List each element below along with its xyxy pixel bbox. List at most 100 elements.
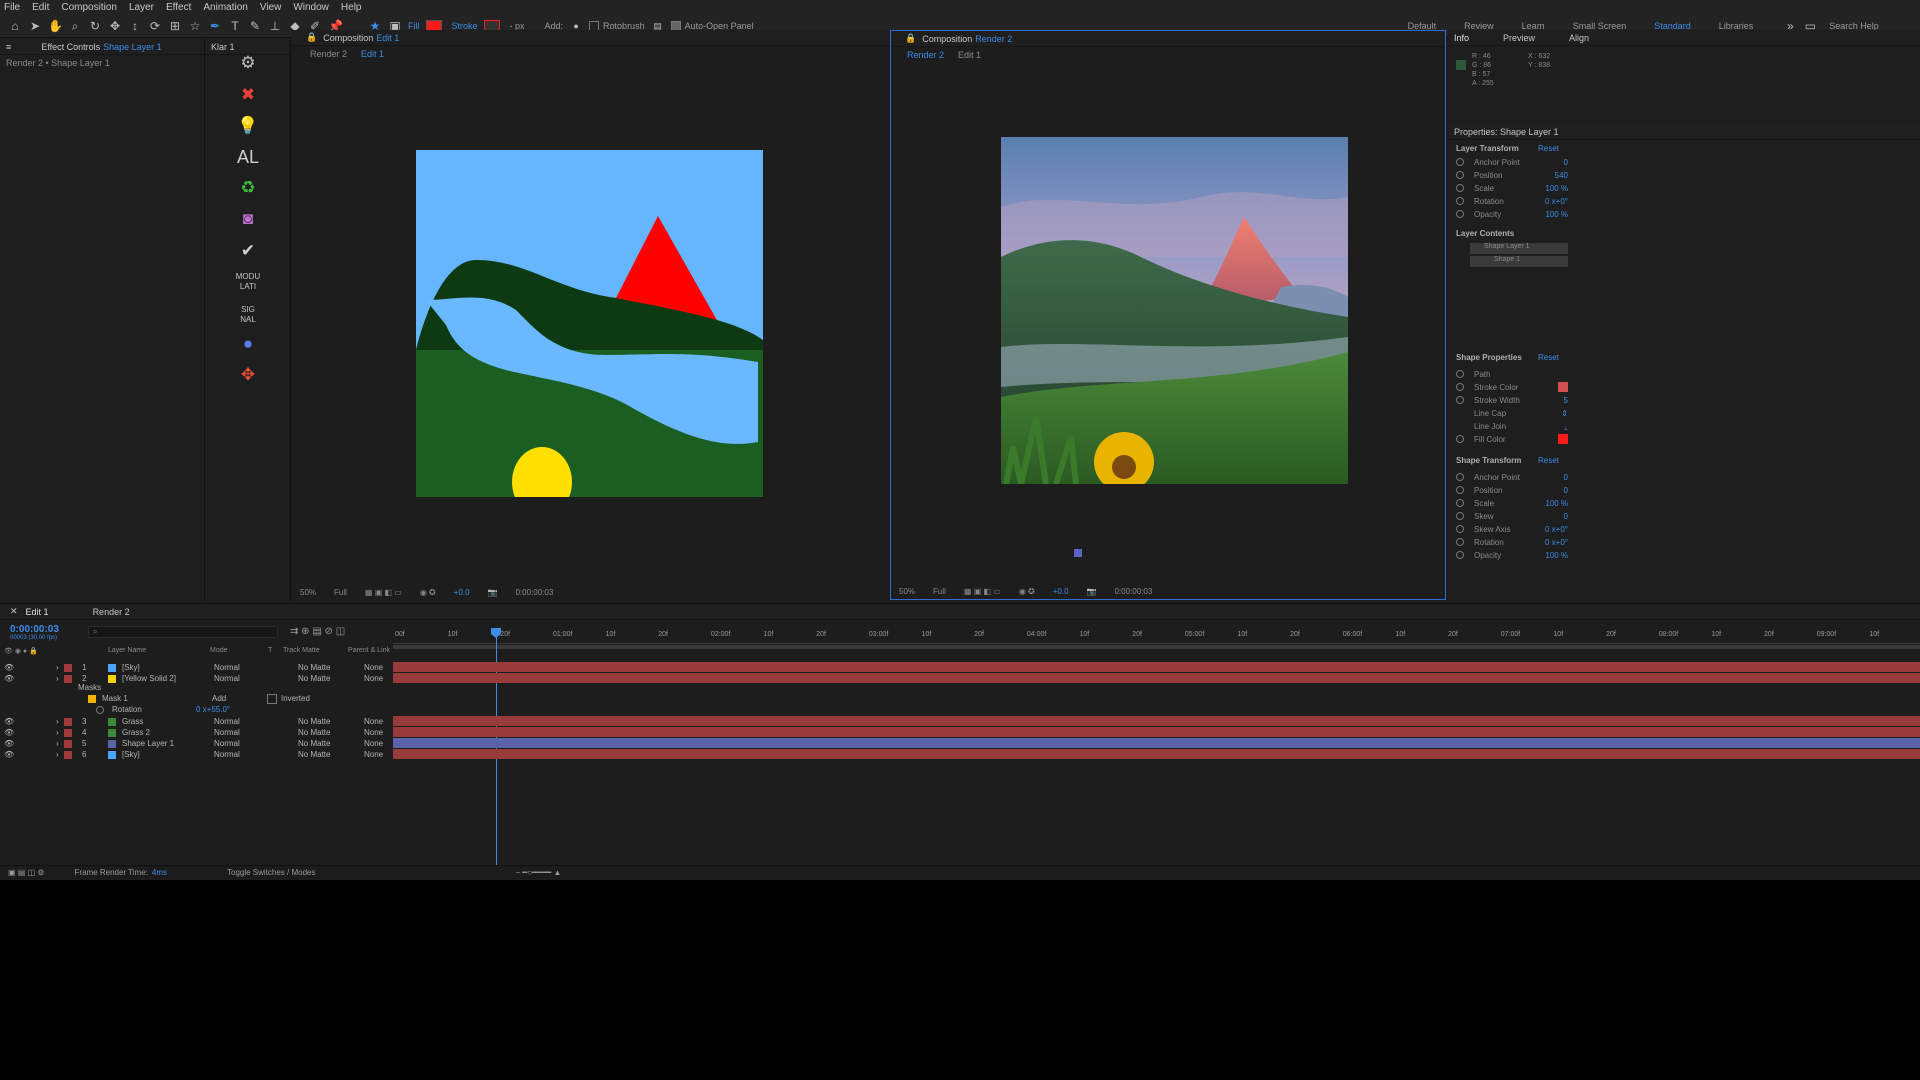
stopwatch-icon[interactable]	[1456, 158, 1464, 166]
stopwatch-icon[interactable]	[1456, 396, 1464, 404]
layer-name[interactable]: Shape Layer 1	[122, 739, 174, 748]
home-icon[interactable]: ⌂	[8, 19, 22, 33]
layer-duration-bar[interactable]	[393, 738, 1920, 748]
comp1-quality[interactable]: Full	[334, 588, 347, 597]
snapshot-icon[interactable]: 📷	[488, 588, 498, 597]
prop-shape-position[interactable]: Position 0	[1456, 484, 1568, 496]
pen-tool-icon[interactable]: ✒	[208, 19, 222, 33]
stopwatch-icon[interactable]	[1456, 538, 1464, 546]
shape-properties-reset[interactable]: Reset	[1538, 353, 1912, 362]
zoom-slider[interactable]: − ━○━━━━ ▲	[516, 868, 562, 877]
chevron-right-icon[interactable]: ›	[56, 728, 59, 737]
effect-controls-tab[interactable]: Effect Controls	[41, 42, 100, 52]
prop-anchor-point[interactable]: Anchor Point 0	[1456, 156, 1568, 168]
layer-transform-reset[interactable]: Reset	[1538, 144, 1912, 153]
stopwatch-icon[interactable]	[1456, 473, 1464, 481]
col-layer-name[interactable]: Layer Name	[108, 647, 146, 654]
anchor-marker[interactable]	[1074, 549, 1082, 557]
label-color-icon[interactable]	[64, 728, 72, 737]
recycle-icon[interactable]: ♻	[205, 178, 291, 198]
stopwatch-icon[interactable]	[1456, 499, 1464, 507]
signal-button[interactable]: SIG NAL	[205, 305, 291, 325]
prop-scale[interactable]: Scale 100 %	[1456, 182, 1568, 194]
rotobrush-checkbox[interactable]	[589, 20, 600, 31]
table-row[interactable]: 👁 › 5 Shape Layer 1 Normal No Matte	[0, 738, 390, 749]
timeline-tool-icons[interactable]: ⇉ ⊕ ▤ ⊘ ◫	[290, 626, 345, 637]
stroke-width-value[interactable]: - px	[510, 21, 525, 31]
workspace-small-screen[interactable]: Small Screen	[1573, 21, 1627, 31]
line-cap-icon[interactable]: ⇕	[1561, 409, 1568, 418]
al-button[interactable]: AL	[205, 147, 291, 167]
prop-line-cap[interactable]: Line Cap ⇕	[1456, 407, 1568, 419]
check-icon[interactable]: ✔	[205, 241, 291, 261]
menu-effect[interactable]: Effect	[166, 2, 191, 13]
prop-stroke-color[interactable]: Stroke Color	[1456, 381, 1568, 393]
contents-shape-layer[interactable]: Shape Layer 1	[1470, 243, 1568, 254]
stopwatch-icon[interactable]	[1456, 525, 1464, 533]
prop-line-join[interactable]: Line Join ⌞	[1456, 420, 1568, 432]
prop-value[interactable]: 0	[1564, 512, 1568, 521]
camera-icon[interactable]: ◙	[205, 209, 291, 229]
stopwatch-icon[interactable]	[1456, 370, 1464, 378]
rotation-tool-icon[interactable]: ⟳	[148, 19, 162, 33]
anchor-tool-icon[interactable]: ⊞	[168, 19, 182, 33]
prop-shape-anchor[interactable]: Anchor Point 0	[1456, 471, 1568, 483]
comp1-exposure[interactable]: +0.0	[454, 588, 470, 597]
prop-rotation[interactable]: Rotation 0 x+0°	[1456, 195, 1568, 207]
prop-value[interactable]: 100 %	[1545, 210, 1568, 219]
lock-icon[interactable]: 🔒	[905, 33, 916, 44]
menu-window[interactable]: Window	[293, 2, 329, 13]
eye-icon[interactable]: 👁	[4, 728, 14, 737]
prop-shape-rotation[interactable]: Rotation 0 x+0°	[1456, 536, 1568, 548]
mask-1-label[interactable]: Mask 1	[102, 694, 212, 703]
search-help[interactable]: Search Help	[1829, 21, 1879, 31]
stopwatch-icon[interactable]	[1456, 486, 1464, 494]
menu-file[interactable]: File	[4, 2, 20, 13]
layer-mode[interactable]: Normal	[214, 663, 240, 672]
comp2-exposure[interactable]: +0.0	[1053, 587, 1069, 596]
label-color-icon[interactable]	[64, 663, 72, 672]
add-label[interactable]: Add:	[545, 21, 564, 31]
fill-color-swatch[interactable]	[1558, 434, 1568, 444]
layer-track-matte[interactable]: No Matte	[298, 728, 330, 737]
menu-edit[interactable]: Edit	[32, 2, 49, 13]
gear-icon[interactable]: ⚙	[205, 53, 291, 73]
prop-value[interactable]: 0	[1564, 158, 1568, 167]
layer-parent[interactable]: None	[364, 749, 394, 760]
modulation-button[interactable]: MODU LATI	[205, 272, 291, 292]
mask-mode[interactable]: Add	[212, 694, 267, 703]
comp1-time[interactable]: 0:00:00:03	[515, 588, 553, 597]
render-canvas[interactable]	[1001, 137, 1348, 484]
stroke-label[interactable]: Stroke	[452, 21, 478, 31]
line-join-icon[interactable]: ⌞	[1564, 422, 1568, 431]
prop-value[interactable]: 540	[1555, 171, 1568, 180]
snapshot-icon[interactable]: 📷	[1087, 587, 1097, 596]
layer-track-matte[interactable]: No Matte	[298, 663, 330, 672]
contents-shape-1[interactable]: Shape 1	[1470, 256, 1568, 267]
properties-header[interactable]: Properties: Shape Layer 1	[1448, 124, 1920, 140]
menu-animation[interactable]: Animation	[203, 2, 247, 13]
panel-menu-icon[interactable]: ≡	[6, 42, 11, 52]
crumb-render-2[interactable]: Render 2	[907, 50, 944, 60]
prop-value[interactable]: 100 %	[1545, 499, 1568, 508]
label-color-icon[interactable]	[64, 739, 72, 748]
prop-stroke-width[interactable]: Stroke Width 5	[1456, 394, 1568, 406]
lock-icon[interactable]: 🔒	[306, 32, 317, 43]
fill-label[interactable]: Fill	[408, 21, 420, 31]
prop-value[interactable]: 0 x+0°	[1545, 197, 1568, 206]
tab-align[interactable]: Align	[1569, 33, 1589, 43]
mask-inverted-checkbox[interactable]	[267, 693, 277, 704]
color-picker-icon[interactable]: ◉ ✪	[1019, 587, 1035, 596]
layer-name[interactable]: Grass 2	[122, 728, 150, 737]
shape-transform-reset[interactable]: Reset	[1538, 456, 1912, 465]
table-row[interactable]: 👁 › 1 [Sky] Normal No Matte	[0, 662, 390, 673]
status-icons[interactable]: ▣ ▤ ◫ ⚙	[8, 868, 45, 877]
stopwatch-icon[interactable]	[1456, 184, 1464, 192]
close-icon[interactable]: ✕	[10, 606, 18, 617]
chevron-right-icon[interactable]: ›	[56, 750, 59, 759]
edit-canvas[interactable]	[416, 150, 763, 497]
zoom-tool-icon[interactable]: ⌕	[68, 19, 82, 33]
stopwatch-icon[interactable]	[96, 705, 104, 714]
tab-info[interactable]: Info	[1454, 33, 1469, 43]
eye-icon[interactable]: 👁	[4, 750, 14, 759]
